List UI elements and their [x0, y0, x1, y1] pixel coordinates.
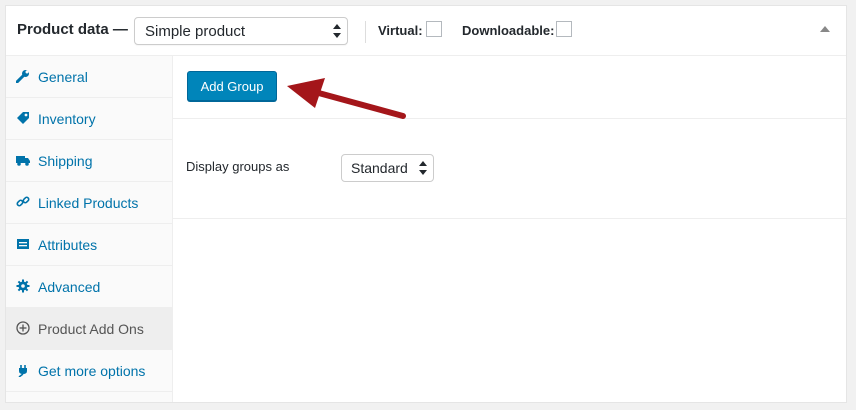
display-groups-select[interactable]: Standard [341, 154, 434, 182]
tab-label: Get more options [38, 363, 146, 379]
product-data-tabs: General Inventory Shipping Linked Produc… [6, 56, 173, 402]
plus-circle-icon [16, 321, 30, 335]
virtual-checkbox[interactable] [426, 21, 442, 37]
tag-icon [17, 112, 29, 124]
annotation-arrow-icon [287, 78, 406, 119]
panel-title: Product data — [17, 21, 128, 38]
downloadable-label: Downloadable: [462, 23, 555, 38]
tab-label: General [38, 69, 88, 85]
product-type-select[interactable]: Simple product [134, 17, 348, 45]
tab-product-add-ons[interactable]: Product Add Ons [6, 308, 173, 350]
tab-advanced[interactable]: Advanced [6, 266, 173, 308]
gear-icon [16, 279, 30, 293]
wrench-icon [16, 70, 29, 83]
list-icon [17, 239, 29, 249]
select-arrows-icon [419, 161, 427, 175]
add-ons-toolbar: Add Group [173, 56, 846, 119]
tab-label: Attributes [38, 237, 98, 253]
tab-label: Linked Products [38, 195, 139, 211]
display-groups-value: Standard [351, 160, 408, 176]
add-group-button[interactable]: Add Group [187, 71, 277, 101]
display-groups-label: Display groups as [186, 159, 290, 174]
tab-label: Inventory [38, 111, 96, 127]
tab-shipping[interactable]: Shipping [6, 140, 173, 182]
plug-icon [18, 365, 27, 377]
display-options: Display groups as Standard [173, 119, 846, 219]
add-ons-panel: Add Group Display groups as Standard [173, 56, 846, 402]
product-type-value: Simple product [145, 23, 246, 40]
product-data-panel: Product data — Simple product Virtual: D… [5, 5, 847, 403]
panel-header: Product data — Simple product Virtual: D… [6, 6, 846, 56]
tab-label: Shipping [38, 153, 93, 169]
truck-icon [16, 156, 30, 166]
tab-inventory[interactable]: Inventory [6, 98, 173, 140]
tab-label: Product Add Ons [38, 321, 144, 337]
header-divider [365, 21, 366, 43]
virtual-label: Virtual: [378, 23, 423, 38]
select-arrows-icon [333, 24, 341, 38]
tab-get-more-options[interactable]: Get more options [6, 350, 173, 392]
tab-linked-products[interactable]: Linked Products [6, 182, 173, 224]
tab-attributes[interactable]: Attributes [6, 224, 173, 266]
link-icon [16, 196, 30, 207]
collapse-toggle-icon[interactable] [820, 26, 830, 32]
tab-label: Advanced [38, 279, 101, 295]
downloadable-checkbox[interactable] [556, 21, 572, 37]
tab-general[interactable]: General [6, 56, 173, 98]
